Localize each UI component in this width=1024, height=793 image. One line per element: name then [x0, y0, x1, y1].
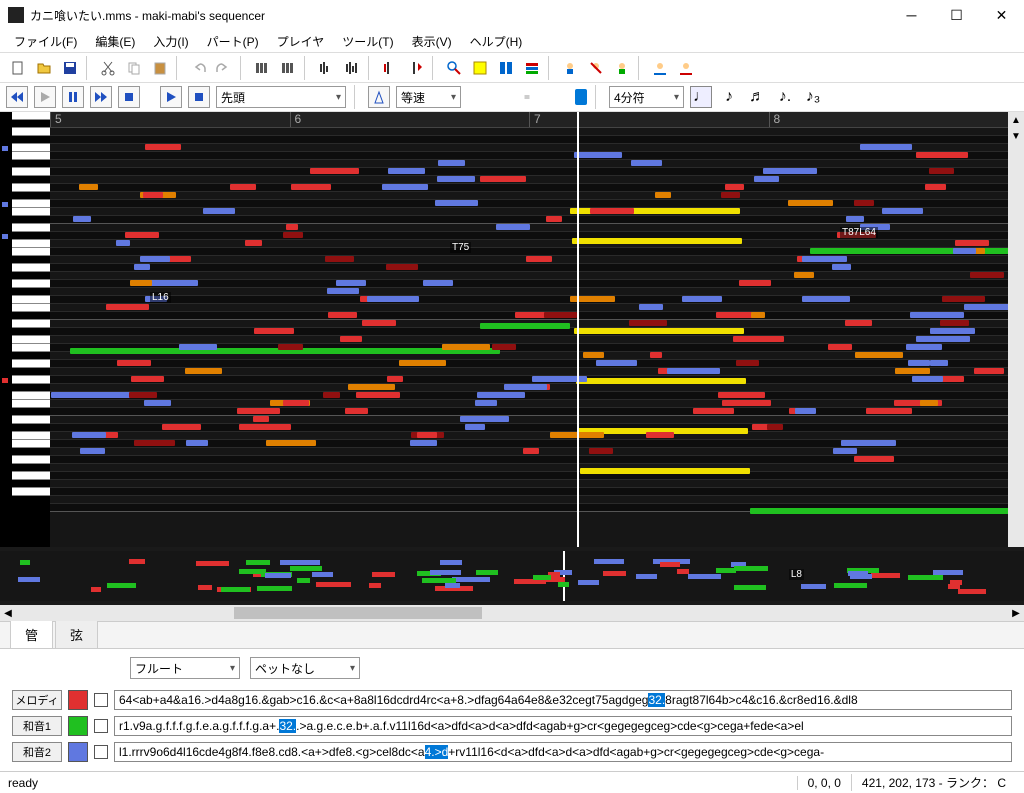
tool-g-button[interactable]: [442, 56, 466, 80]
stop-button[interactable]: [118, 86, 140, 108]
tool-k-button[interactable]: [558, 56, 582, 80]
ruler: 5 6 7 8: [50, 112, 1008, 128]
tool-j-button[interactable]: [520, 56, 544, 80]
mml-row-melody: メロディ 64<ab+a4&a16.>d4a8g16.&gab>c16.&c<a…: [0, 687, 1024, 713]
horizontal-scrollbar[interactable]: ◀ ▶: [0, 605, 1024, 621]
chord2-label[interactable]: 和音2: [12, 742, 62, 762]
cut-button[interactable]: [96, 56, 120, 80]
menu-view[interactable]: 表示(V): [404, 31, 460, 52]
tool-c-button[interactable]: [314, 56, 338, 80]
melody-color[interactable]: [68, 690, 88, 710]
tool-m-button[interactable]: [610, 56, 634, 80]
tool-d-button[interactable]: [340, 56, 364, 80]
toolbar-transport: 先頭 等速 4分符 ♩ ♪ ♬ ♪. ♪₃: [0, 82, 1024, 112]
note-quarter-button[interactable]: ♩: [690, 86, 712, 108]
tool-h-button[interactable]: [468, 56, 492, 80]
piano-roll-editor: 5 6 7 8 L16 T75 T87L64 ▲ ▼ L8 ◀ ▶: [0, 112, 1024, 621]
mml-row-chord2: 和音2 l1.rrrv9o6d4l16cde4g8f4.f8e8.cd8.<a+…: [0, 739, 1024, 765]
chord1-color[interactable]: [68, 716, 88, 736]
chord2-check[interactable]: [94, 745, 108, 759]
chord2-text[interactable]: l1.rrrv9o6d4l16cde4g8f4.f8e8.cd8.<a+>dfe…: [114, 742, 1012, 762]
title-bar: カニ喰いたい.mms - maki-mabi's sequencer ─ ☐ ✕: [0, 0, 1024, 30]
note-combo[interactable]: 4分符: [609, 86, 684, 108]
menu-input[interactable]: 入力(I): [145, 31, 196, 52]
status-info: 421, 202, 173 - ランク： C: [851, 774, 1016, 791]
save-button[interactable]: [58, 56, 82, 80]
tool-a-button[interactable]: [250, 56, 274, 80]
note-dotted-button[interactable]: ♪.: [774, 86, 796, 108]
marker-l8: L8: [789, 569, 804, 580]
menu-part[interactable]: パート(P): [199, 31, 267, 52]
app-icon: [8, 7, 24, 23]
menu-player[interactable]: プレイヤ: [269, 31, 333, 52]
note-grid[interactable]: 5 6 7 8 L16 T75 T87L64: [50, 112, 1008, 547]
chord1-check[interactable]: [94, 719, 108, 733]
playhead[interactable]: [577, 112, 579, 547]
rewind-button[interactable]: [6, 86, 28, 108]
close-button[interactable]: ✕: [979, 0, 1024, 30]
tool-n-button[interactable]: [648, 56, 672, 80]
note-triplet-button[interactable]: ♪₃: [802, 86, 824, 108]
status-ready: ready: [8, 776, 38, 790]
menu-file[interactable]: ファイル(F): [6, 31, 85, 52]
overview-strip[interactable]: L8: [0, 551, 1024, 601]
melody-check[interactable]: [94, 693, 108, 707]
open-button[interactable]: [32, 56, 56, 80]
tool-e-button[interactable]: [378, 56, 402, 80]
menu-help[interactable]: ヘルプ(H): [462, 31, 531, 52]
mml-panel: 管 弦 フルート ペットなし メロディ 64<ab+a4&a16.>d4a8g1…: [0, 621, 1024, 771]
chord2-color[interactable]: [68, 742, 88, 762]
piano-keys[interactable]: [0, 112, 50, 547]
note-sixteenth-button[interactable]: ♬: [746, 86, 768, 108]
speed-combo[interactable]: 等速: [396, 86, 461, 108]
pet-combo[interactable]: ペットなし: [250, 657, 360, 679]
marker-t87: T87L64: [840, 227, 878, 238]
tool-o-button[interactable]: [674, 56, 698, 80]
speed-slider[interactable]: [467, 87, 587, 107]
tool-b-button[interactable]: [276, 56, 300, 80]
menu-tool[interactable]: ツール(T): [334, 31, 401, 52]
copy-button[interactable]: [122, 56, 146, 80]
status-pos: 0, 0, 0: [797, 776, 851, 790]
melody-text[interactable]: 64<ab+a4&a16.>d4a8g16.&gab>c16.&c<a+8a8l…: [114, 690, 1012, 710]
play-button[interactable]: [34, 86, 56, 108]
status-bar: ready 0, 0, 0 421, 202, 173 - ランク： C: [0, 771, 1024, 793]
mml-row-chord1: 和音1 r1.v9a.g.f.f.f.g.f.e.a.g.f.f.f.g.a+.…: [0, 713, 1024, 739]
new-button[interactable]: [6, 56, 30, 80]
marker-t75: T75: [450, 242, 471, 253]
chord1-text[interactable]: r1.v9a.g.f.f.f.g.f.e.a.g.f.f.f.g.a+.32..…: [114, 716, 1012, 736]
paste-button[interactable]: [148, 56, 172, 80]
tab-wind[interactable]: 管: [10, 620, 53, 648]
vertical-scrollbar[interactable]: ▲ ▼: [1008, 112, 1024, 547]
forward-button[interactable]: [90, 86, 112, 108]
marker-l16: L16: [150, 292, 171, 303]
undo-button[interactable]: [186, 56, 210, 80]
position-combo[interactable]: 先頭: [216, 86, 346, 108]
tool-i-button[interactable]: [494, 56, 518, 80]
instrument-combo[interactable]: フルート: [130, 657, 240, 679]
toolbar-main: [0, 52, 1024, 82]
minimize-button[interactable]: ─: [889, 0, 934, 30]
melody-label[interactable]: メロディ: [12, 690, 62, 710]
tool-l-button[interactable]: [584, 56, 608, 80]
menu-edit[interactable]: 編集(E): [87, 31, 143, 52]
tempo-icon-button[interactable]: [368, 86, 390, 108]
pause-button[interactable]: [62, 86, 84, 108]
tab-string[interactable]: 弦: [55, 620, 98, 648]
play2-button[interactable]: [160, 86, 182, 108]
redo-button[interactable]: [212, 56, 236, 80]
chord1-label[interactable]: 和音1: [12, 716, 62, 736]
tool-f-button[interactable]: [404, 56, 428, 80]
menu-bar: ファイル(F) 編集(E) 入力(I) パート(P) プレイヤ ツール(T) 表…: [0, 30, 1024, 52]
stop2-button[interactable]: [188, 86, 210, 108]
window-title: カニ喰いたい.mms - maki-mabi's sequencer: [30, 7, 889, 24]
maximize-button[interactable]: ☐: [934, 0, 979, 30]
note-eighth-button[interactable]: ♪: [718, 86, 740, 108]
